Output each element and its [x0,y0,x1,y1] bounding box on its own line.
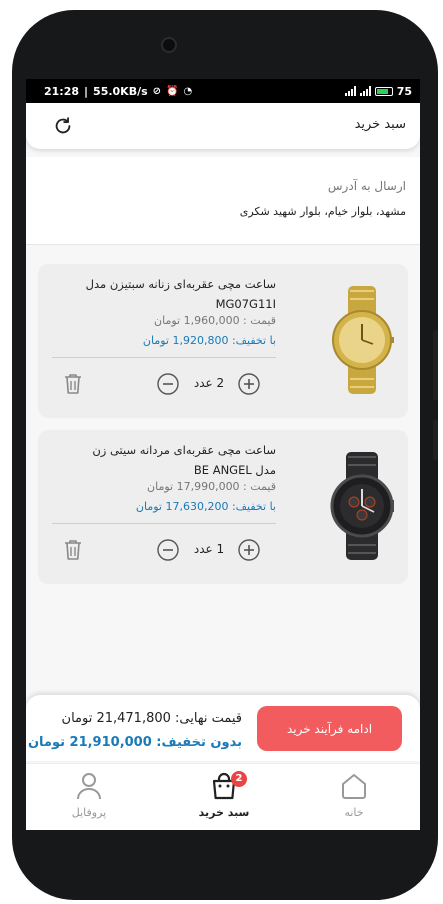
status-bar: 21:28 | 55.0KB/s ⊘ ⏰ ◔ 75 [26,79,420,103]
signal-icon-2 [359,86,371,96]
shipping-address-card[interactable]: ارسال به آدرس مشهد، بلوار خیام، بلوار شه… [26,157,420,245]
status-separator: | [84,84,89,98]
product-name-line1: ساعت مچی عقربه‌ای مردانه سیتی زن [92,443,276,457]
cart-item-1: ساعت مچی عقربه‌ای زنانه سبتیزن مدل MG07G… [38,264,408,418]
trash-icon[interactable] [62,372,84,396]
trash-icon[interactable] [62,538,84,562]
divider [52,357,276,358]
sync-icon: ◔ [183,85,193,97]
quantity-stepper: 2 عدد [38,372,278,396]
wifi-off-icon: ⊘ [152,85,162,97]
product-discount-price: با تخفیف: 17,630,200 تومان [135,500,276,513]
order-summary: ادامه فرآیند خرید قیمت نهایی: 21,471,800… [26,695,420,761]
product-price: قیمت : 17,990,000 تومان [147,480,276,493]
battery-icon [374,86,393,96]
app-screen: 21:28 | 55.0KB/s ⊘ ⏰ ◔ 75 سبد خرید ارسال… [26,79,420,830]
signal-icon [344,86,356,96]
page-title: سبد خرید [354,117,406,132]
status-time: 21:28 [44,84,80,98]
address-label: ارسال به آدرس [327,179,406,193]
minus-icon[interactable] [157,373,179,395]
alarm-icon: ⏰ [166,85,179,97]
product-name[interactable]: ساعت مچی عقربه‌ای زنانه سبتیزن مدل MG07G… [44,274,276,314]
product-name-line2: مدل BE ANGEL [193,463,276,477]
nav-home[interactable]: خانه [309,772,399,824]
nav-label: پروفایل [71,806,107,819]
power-button [433,420,438,460]
final-price: قیمت نهایی: 21,471,800 تومان [61,711,242,726]
user-icon [77,773,101,800]
product-price: قیمت : 1,960,000 تومان [154,314,276,327]
product-name[interactable]: ساعت مچی عقربه‌ای مردانه سیتی زن مدل BE … [44,440,276,480]
gold-watch-image [332,286,394,394]
quantity-value: 1 عدد [193,542,225,556]
product-name-line1: ساعت مچی عقربه‌ای زنانه سبتیزن مدل [85,277,276,291]
plus-icon[interactable] [238,373,260,395]
divider [52,523,276,524]
quantity-stepper: 1 عدد [38,538,278,562]
refresh-icon[interactable] [52,115,74,137]
minus-icon[interactable] [157,539,179,561]
nav-cart[interactable]: 2 سبد خرید [179,771,269,824]
front-camera [161,37,177,53]
black-watch-image [330,452,394,560]
cart-count-badge: 2 [231,771,247,787]
home-icon [342,774,366,799]
address-value: مشهد، بلوار خیام، بلوار شهید شکری [239,205,406,218]
nav-label: سبد خرید [198,806,250,819]
product-discount-price: با تخفیف: 1,920,800 تومان [142,334,276,347]
cart-item-2: ساعت مچی عقربه‌ای مردانه سیتی زن مدل BE … [38,430,408,584]
checkout-button[interactable]: ادامه فرآیند خرید [257,706,402,751]
bottom-navigation: پروفایل 2 سبد خرید خانه [26,763,420,830]
nav-profile[interactable]: پروفایل [44,772,134,824]
status-speed: 55.0KB/s [93,84,148,98]
product-name-line2: MG07G11I [215,297,276,311]
price-without-discount: بدون تخفیف: 21,910,000 تومان [27,735,242,750]
nav-label: خانه [344,806,364,819]
quantity-value: 2 عدد [193,376,225,390]
plus-icon[interactable] [238,539,260,561]
volume-button [433,330,438,400]
app-header: سبد خرید [26,103,420,149]
battery-level: 75 [396,84,412,98]
